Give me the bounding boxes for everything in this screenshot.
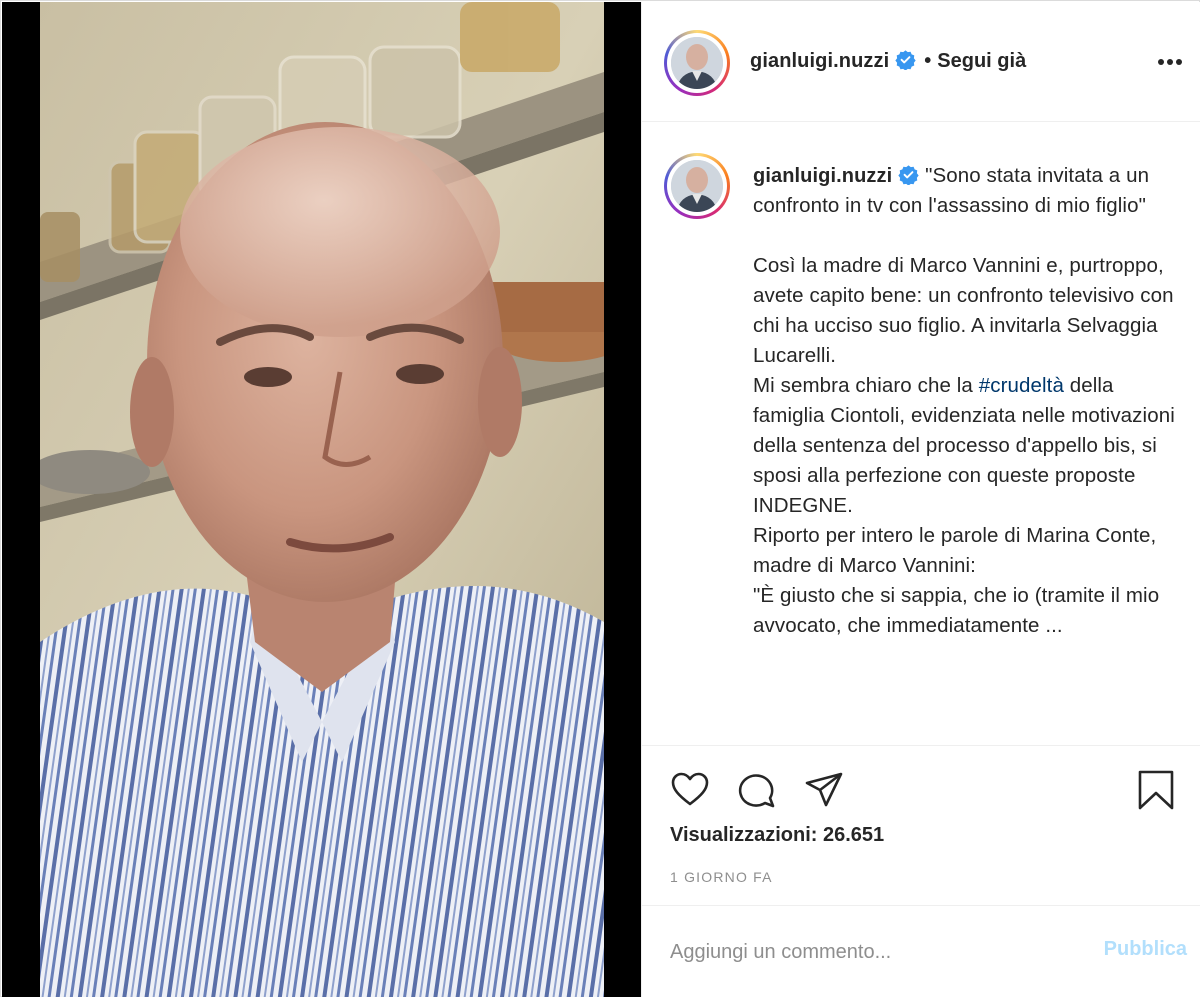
caption-paragraph: Mi sembra chiaro che la #crudeltà della …	[753, 371, 1185, 521]
caption-author-avatar[interactable]	[664, 153, 730, 219]
avatar-photo	[671, 37, 723, 89]
heart-icon[interactable]	[670, 770, 710, 810]
caption-paragraph: Riporto per intero le parole di Marina C…	[753, 524, 1157, 577]
hashtag-link[interactable]: #crudeltà	[979, 374, 1064, 397]
header-user-line: gianluigi.nuzzi • Segui già	[750, 49, 1026, 73]
view-count: Visualizzazioni: 26.651	[670, 824, 885, 846]
post-details-panel: gianluigi.nuzzi • Segui già gianluigi.nu…	[641, 2, 1200, 997]
post-timestamp: 1 GIORNO FA	[670, 869, 773, 885]
publish-button[interactable]: Pubblica	[1104, 938, 1187, 961]
verified-badge-icon	[898, 165, 919, 185]
caption-text-segment: Mi sembra chiaro che la	[753, 374, 979, 397]
comment-icon[interactable]	[737, 770, 777, 810]
author-avatar[interactable]	[664, 30, 730, 96]
separator-dot: •	[924, 50, 932, 72]
caption-text: gianluigi.nuzzi "Sono stata invitata a u…	[753, 161, 1185, 641]
verified-badge-icon	[895, 50, 916, 70]
follow-status-button[interactable]: Segui già	[937, 50, 1026, 72]
comment-bar: Pubblica	[642, 905, 1200, 997]
comment-input[interactable]	[670, 936, 1040, 968]
post-actions: Visualizzazioni: 26.651 1 GIORNO FA	[642, 745, 1200, 905]
bookmark-icon[interactable]	[1136, 770, 1176, 810]
video-frame-illustration	[40, 2, 604, 997]
caption-paragraph: Così la madre di Marco Vannini e, purtro…	[753, 254, 1174, 367]
post-header: gianluigi.nuzzi • Segui già	[642, 2, 1200, 122]
avatar-photo	[671, 160, 723, 212]
instagram-post-modal: gianluigi.nuzzi • Segui già gianluigi.nu…	[0, 0, 1200, 997]
paper-plane-icon[interactable]	[804, 770, 844, 810]
caption-paragraph: "È giusto che si sappia, che io (tramite…	[753, 584, 1160, 637]
author-username[interactable]: gianluigi.nuzzi	[750, 50, 889, 72]
post-video[interactable]	[40, 2, 604, 997]
media-panel	[2, 2, 641, 997]
caption-username[interactable]: gianluigi.nuzzi	[753, 165, 892, 187]
caption-first-line: gianluigi.nuzzi "Sono stata invitata a u…	[753, 161, 1185, 221]
post-caption-area: gianluigi.nuzzi "Sono stata invitata a u…	[642, 123, 1200, 745]
more-options-icon[interactable]	[1157, 58, 1183, 66]
